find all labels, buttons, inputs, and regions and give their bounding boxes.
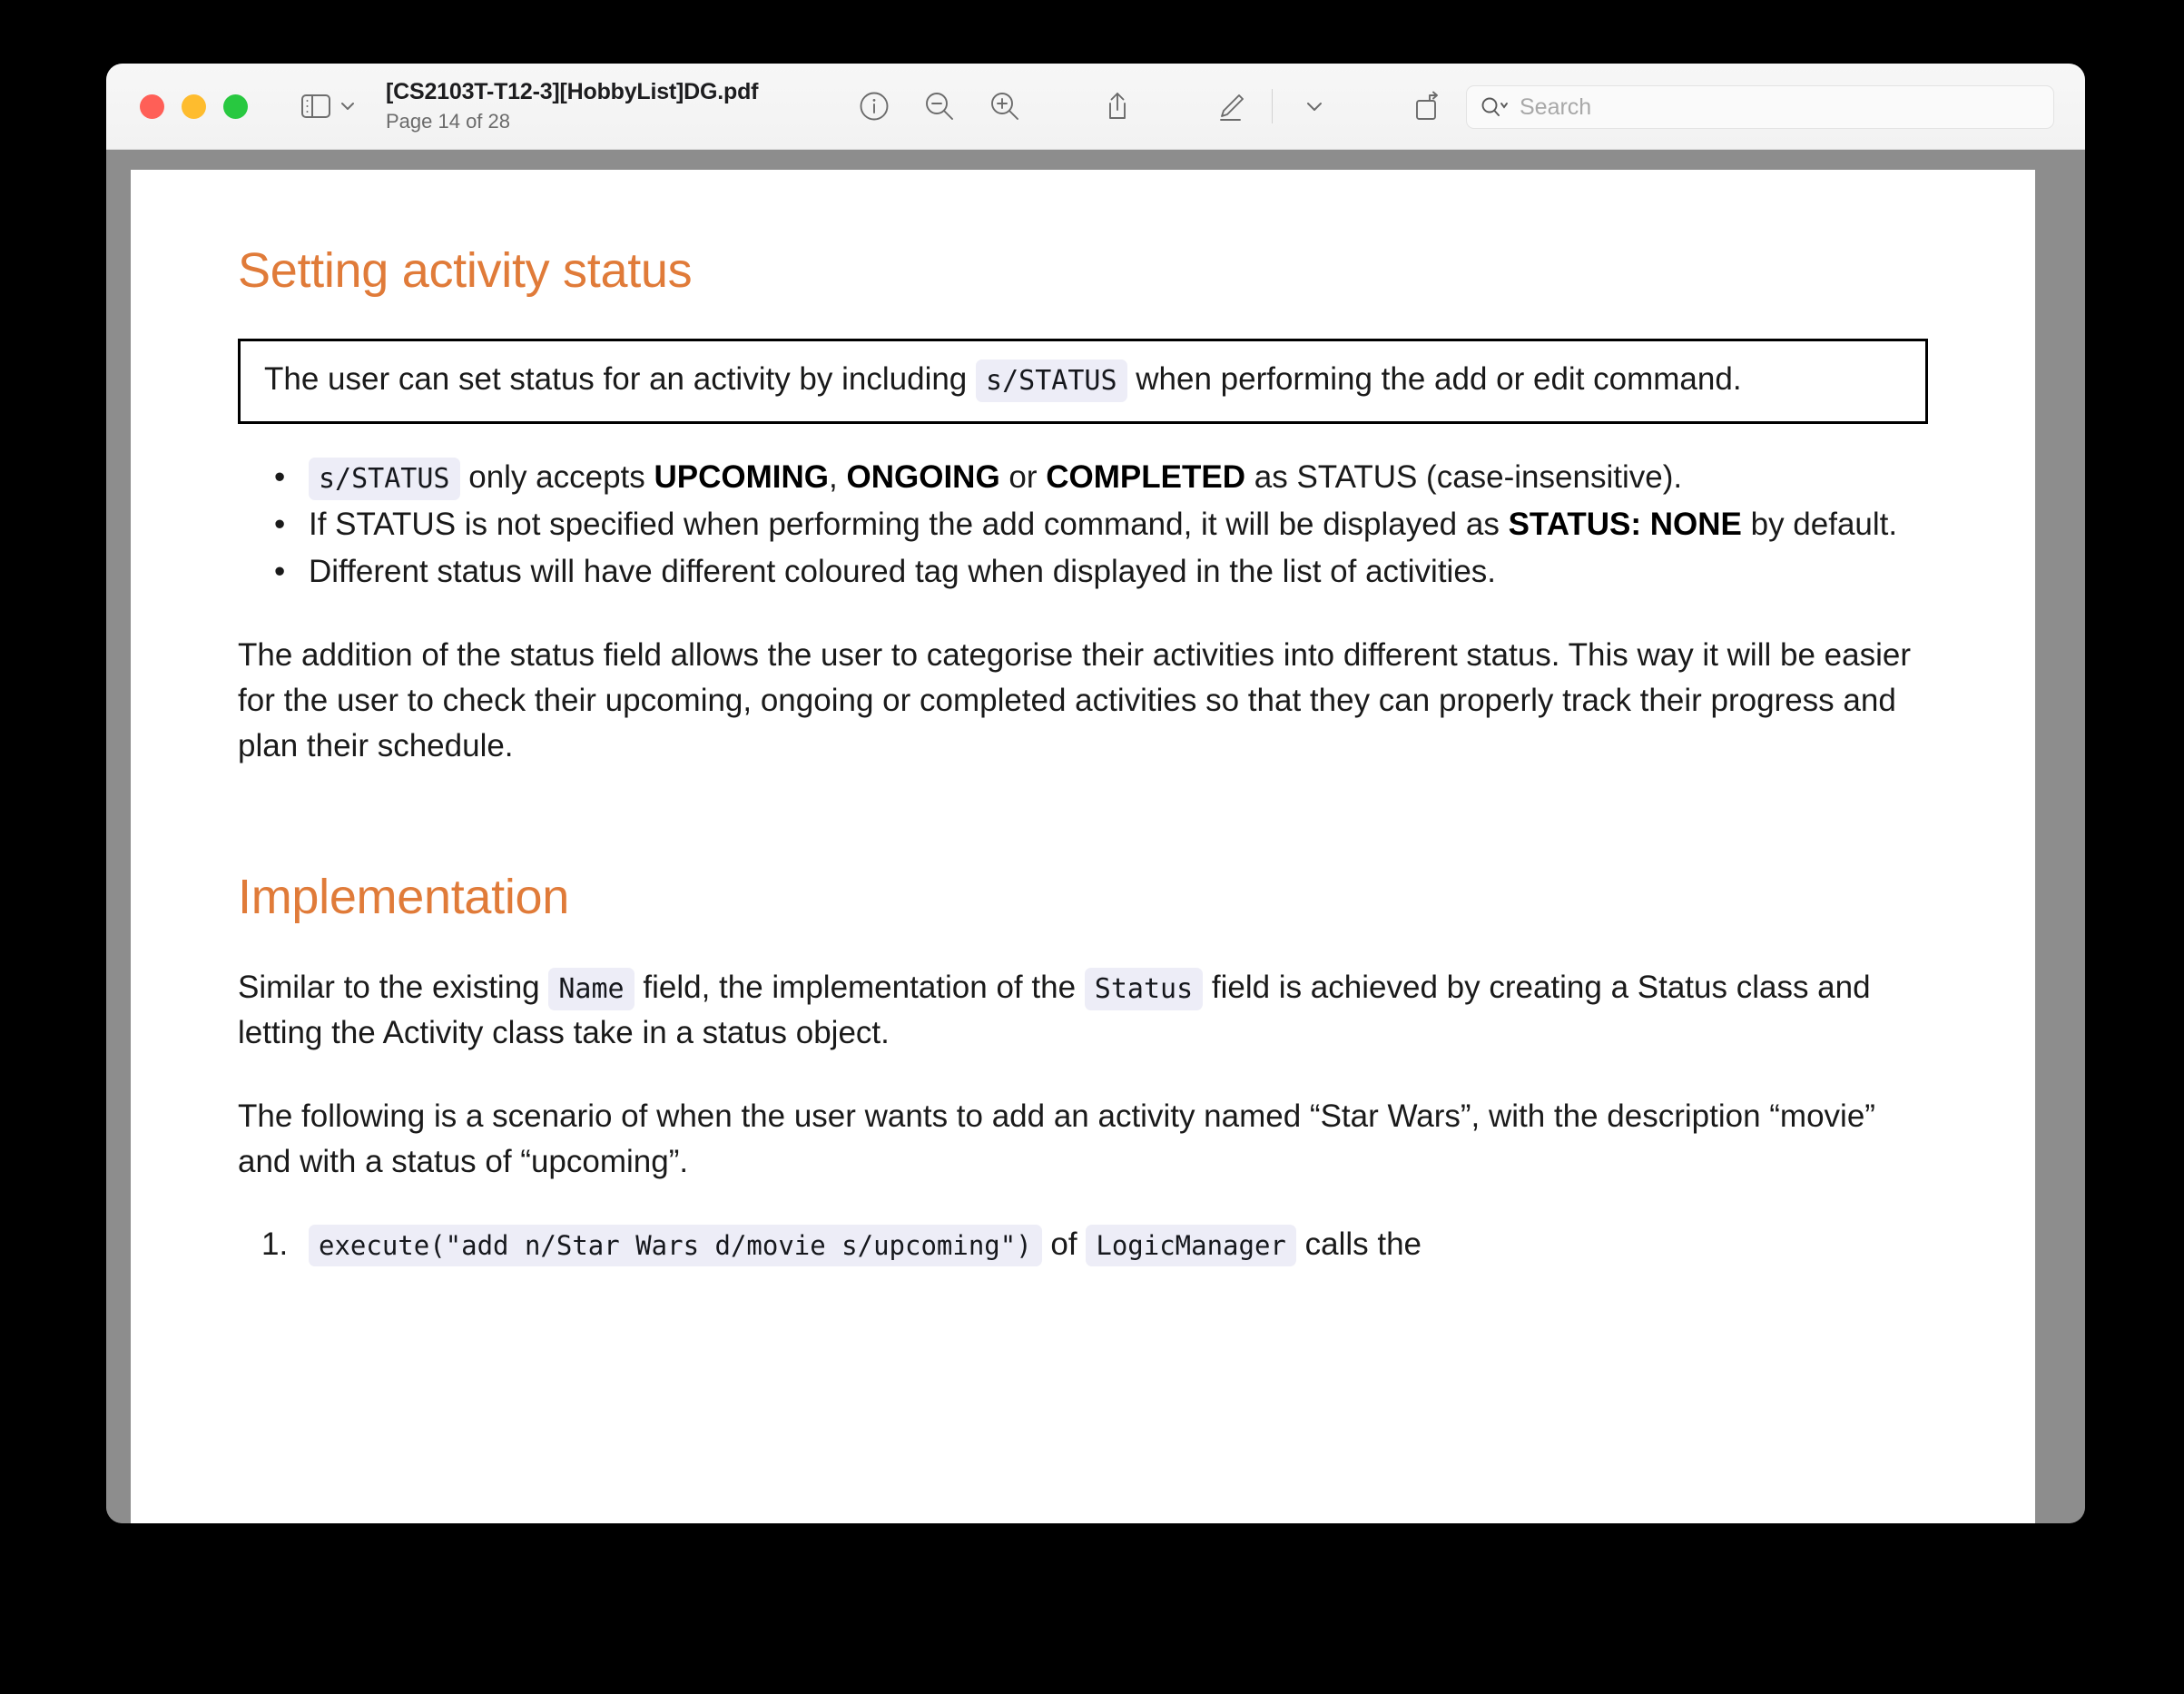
code-chip-s-status: s/STATUS [309,458,460,501]
code-chip-name: Name [548,967,635,1010]
bullet-text-b: by default. [1750,507,1898,543]
code-chip-status: Status [1084,967,1204,1010]
paragraph-block-1: The addition of the status field allows … [238,633,1928,769]
toolbar-divider [1272,89,1274,123]
rotate-icon [1410,89,1444,123]
page-indicator: Page 14 of 28 [386,110,511,133]
numbered-step-list: execute("add n/Star Wars d/movie s/upcom… [238,1221,1928,1269]
markup-button[interactable] [1197,79,1263,133]
document-title-block: [CS2103T-T12-3][HobbyList]DG.pdf Page 14… [386,79,759,133]
bullet-list: s/STATUS only accepts UPCOMING, ONGOING … [238,455,1928,594]
callout-part2: when performing the add or edit command. [1136,361,1742,397]
paragraph-status-rationale: The addition of the status field allows … [238,636,1911,763]
paragraph-implementation: Similar to the existing Name field, the … [238,965,1928,1056]
status-value-upcoming: UPCOMING [654,459,830,496]
search-icon [1480,94,1510,120]
sidebar-icon [300,93,331,120]
bullet-text-a: only accepts [468,459,645,496]
status-default-none: STATUS: NONE [1508,507,1742,543]
paragraph-block-3: The following is a scenario of when the … [238,1094,1928,1185]
code-chip-logic-manager: LogicManager [1086,1224,1296,1266]
zoom-in-button[interactable] [972,79,1038,133]
info-button[interactable] [841,79,907,133]
maximize-window-button[interactable] [223,94,248,119]
list-item: If STATUS is not specified when performi… [274,502,1928,547]
window-titlebar: [CS2103T-T12-3][HobbyList]DG.pdf Page 14… [106,64,2085,150]
close-window-button[interactable] [140,94,164,119]
share-button[interactable] [1085,79,1150,133]
zoom-out-icon [922,89,957,123]
status-value-ongoing: ONGOING [846,459,1000,496]
bullet-text-b: as STATUS (case-insensitive). [1254,459,1683,496]
callout-part1: The user can set status for an activity … [264,361,968,397]
minimize-window-button[interactable] [182,94,206,119]
page-heading-setting-activity-status: Setting activity status [238,243,693,298]
markup-options-button[interactable] [1282,79,1347,133]
bullet-text-a: If STATUS is not specified when performi… [309,507,1500,543]
list-item: execute("add n/Star Wars d/movie s/upcom… [261,1221,1928,1269]
bullet-sep-2: or [1008,459,1038,496]
impl-part1: Similar to the existing [238,969,540,1005]
document-viewport[interactable]: Setting activity status The user can set… [106,150,2085,1523]
step-text-b: calls the [1304,1226,1422,1262]
page-heading-implementation: Implementation [238,869,569,924]
preview-window: [CS2103T-T12-3][HobbyList]DG.pdf Page 14… [106,64,2085,1523]
traffic-light-group [140,94,248,119]
info-icon [857,89,891,123]
step-text-a: of [1050,1226,1077,1262]
list-item: s/STATUS only accepts UPCOMING, ONGOING … [274,455,1928,501]
zoom-in-icon [988,89,1022,123]
status-value-completed: COMPLETED [1046,459,1246,496]
paragraph-scenario: The following is a scenario of when the … [238,1098,1875,1179]
search-input[interactable]: Search [1466,85,2054,129]
search-placeholder: Search [1520,94,1592,120]
markup-pen-icon [1213,89,1247,123]
callout-box: The user can set status for an activity … [238,339,1928,425]
code-chip-s-status: s/STATUS [976,359,1127,402]
bullet-text-a: Different status will have different col… [309,553,1497,589]
sidebar-chevron-down-icon [339,100,357,113]
pdf-page: Setting activity status The user can set… [131,170,2035,1523]
rotate-button[interactable] [1394,79,1460,133]
bullet-sep-1: , [829,459,838,496]
sidebar-toggle-button[interactable] [300,93,357,120]
callout-text: The user can set status for an activity … [264,359,1902,402]
chevron-down-icon [1304,99,1325,113]
code-chip-execute-command: execute("add n/Star Wars d/movie s/upcom… [309,1224,1042,1266]
share-icon [1100,89,1135,123]
zoom-out-button[interactable] [907,79,972,133]
impl-part2: field, the implementation of the [643,969,1077,1005]
document-filename[interactable]: [CS2103T-T12-3][HobbyList]DG.pdf [386,79,759,105]
toolbar [841,79,1525,133]
list-item: Different status will have different col… [274,549,1928,595]
